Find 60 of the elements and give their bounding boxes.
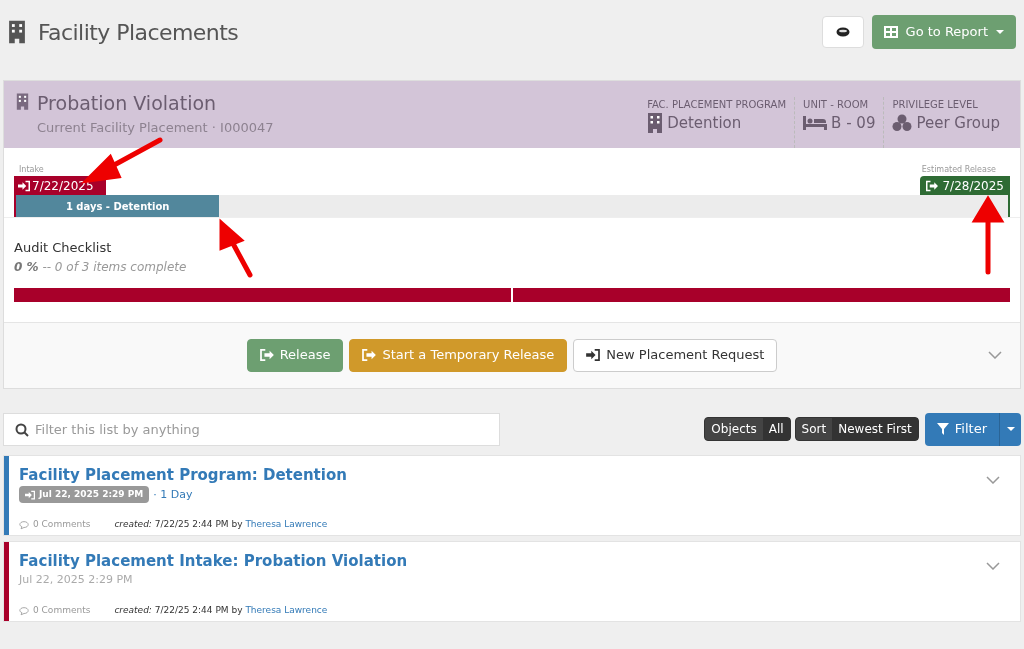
intake-label: Intake bbox=[18, 164, 44, 176]
action-button[interactable]: New Placement Request bbox=[573, 338, 778, 372]
release-date: 7/28/2025 bbox=[942, 177, 1004, 195]
comment-icon bbox=[19, 605, 29, 616]
objects-dropdown[interactable]: Objects All bbox=[704, 417, 791, 441]
timeline-bar: 1 days - Detention bbox=[16, 195, 220, 217]
sign-in-icon bbox=[25, 489, 35, 500]
placement-title: Probation Violation bbox=[37, 91, 218, 116]
caret-icon bbox=[996, 30, 1004, 34]
cubes-icon bbox=[892, 113, 913, 134]
release-label: Estimated Release bbox=[921, 164, 997, 176]
entry-duration: · 1 Day bbox=[153, 486, 193, 503]
created-info: created: 7/22/25 2:44 PM by Theresa Lawrence bbox=[114, 518, 328, 531]
fact-value: Detention bbox=[667, 113, 742, 134]
building-icon bbox=[8, 20, 26, 44]
filter-button[interactable]: Filter bbox=[924, 412, 999, 446]
comment-icon bbox=[19, 519, 29, 530]
filter-icon bbox=[936, 423, 949, 435]
toggle-button[interactable] bbox=[821, 16, 864, 48]
fact-label: FAC. PLACEMENT PROGRAM bbox=[647, 98, 787, 112]
date-badge: Jul 22, 2025 2:29 PM bbox=[19, 486, 150, 504]
search-field[interactable]: Filter this list by anything bbox=[3, 412, 500, 446]
bed-icon bbox=[803, 115, 828, 132]
created-info: created: 7/22/25 2:44 PM by Theresa Lawrence bbox=[114, 604, 328, 617]
sign-out-icon bbox=[362, 349, 377, 361]
intake-date: 7/22/2025 bbox=[32, 177, 94, 195]
annotation-arrow bbox=[219, 218, 253, 278]
entry-title[interactable]: Facility Placement Intake: Probation Violation bbox=[19, 551, 1020, 571]
caret-icon bbox=[1006, 427, 1015, 431]
author-link[interactable]: Theresa Lawrence bbox=[245, 519, 328, 529]
go-to-report-button[interactable]: Go to Report bbox=[871, 15, 1016, 49]
chevron-down-icon[interactable] bbox=[986, 475, 1000, 484]
sign-out-icon bbox=[926, 179, 939, 192]
table-icon bbox=[883, 26, 898, 38]
checklist-summary: 0 % -- 0 of 3 items complete bbox=[14, 258, 188, 276]
action-button[interactable]: Start a Temporary Release bbox=[349, 338, 568, 372]
sign-in-icon bbox=[586, 349, 601, 361]
filter-caret-button[interactable] bbox=[999, 412, 1021, 446]
comments-count[interactable]: 0 Comments bbox=[33, 518, 91, 532]
sort-dropdown[interactable]: Sort Newest First bbox=[794, 417, 919, 441]
entry-title[interactable]: Facility Placement Program: Detention bbox=[19, 465, 1020, 485]
page-title: Facility Placements bbox=[38, 18, 239, 47]
disc-icon bbox=[835, 27, 850, 37]
comments-count[interactable]: 0 Comments bbox=[33, 604, 91, 618]
building-icon bbox=[647, 113, 664, 134]
chevron-down-icon[interactable] bbox=[988, 350, 1002, 359]
chevron-down-icon[interactable] bbox=[986, 561, 1000, 570]
sign-out-icon bbox=[259, 349, 274, 361]
building-icon bbox=[16, 93, 29, 110]
placement-subtitle: Current Facility Placement · I000047 bbox=[37, 118, 274, 137]
checklist-title: Audit Checklist bbox=[14, 239, 113, 257]
entry-date: Jul 22, 2025 2:29 PM bbox=[19, 572, 134, 589]
author-link[interactable]: Theresa Lawrence bbox=[245, 605, 328, 615]
fact-value: Peer Group bbox=[916, 113, 1000, 134]
fact-label: PRIVILEGE LEVEL bbox=[892, 98, 979, 112]
action-button[interactable]: Release bbox=[246, 338, 344, 372]
search-icon bbox=[15, 422, 29, 437]
fact-label: UNIT - ROOM bbox=[803, 98, 870, 112]
fact-value: B - 09 bbox=[831, 113, 876, 134]
sign-in-icon bbox=[18, 179, 30, 192]
